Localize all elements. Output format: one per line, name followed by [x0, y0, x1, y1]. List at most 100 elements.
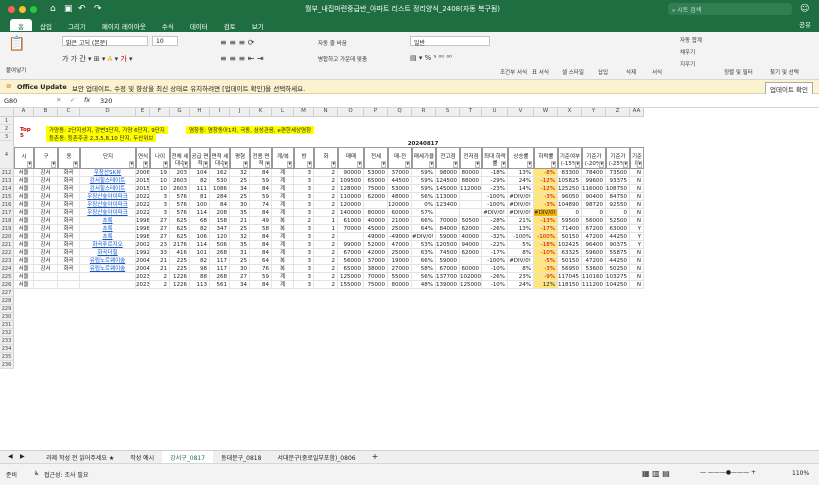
row-header[interactable]: 232	[0, 329, 14, 337]
cell-X[interactable]: 117045	[558, 273, 582, 281]
cell-Q[interactable]: 80000	[388, 281, 412, 289]
cell-S[interactable]: 67000	[436, 265, 460, 273]
cell-I[interactable]: 117	[210, 265, 230, 273]
cell-R[interactable]: 63%	[412, 249, 436, 257]
row-header[interactable]: 2	[0, 125, 14, 133]
cell-E[interactable]: 2022	[136, 193, 150, 201]
cell-G[interactable]: 576	[170, 201, 190, 209]
cell-Q[interactable]: 25000	[388, 249, 412, 257]
cell-A[interactable]: 서울	[14, 177, 34, 185]
cell-Q[interactable]: -49000	[388, 233, 412, 241]
cell-J[interactable]: 32	[230, 169, 250, 177]
cell-F[interactable]: 3	[150, 201, 170, 209]
cell-K[interactable]: 59	[250, 273, 272, 281]
cell-V[interactable]: 24%	[508, 177, 534, 185]
next-sheet-icon[interactable]: ▶	[20, 453, 25, 460]
cell-G[interactable]: 416	[170, 249, 190, 257]
align-icons[interactable]: ≡ ≡ ≡ ⟳	[220, 38, 254, 47]
cell-U[interactable]: -100%	[482, 193, 508, 201]
cell-U[interactable]: -100%	[482, 257, 508, 265]
cell-U[interactable]: -32%	[482, 233, 508, 241]
cell-U[interactable]: -28%	[482, 217, 508, 225]
cell-K[interactable]: 74	[250, 201, 272, 209]
cell-V[interactable]: #DIV/0!	[508, 193, 534, 201]
cell-T[interactable]: 62000	[460, 225, 482, 233]
cell-Z[interactable]: 44250	[606, 233, 630, 241]
confirm-entry-icon[interactable]: ✓	[70, 96, 75, 104]
cell-H[interactable]: 82	[190, 225, 210, 233]
cell-V[interactable]: 8%	[508, 249, 534, 257]
cell-D[interactable]	[80, 281, 136, 289]
sheet-search-input[interactable]: ⌕ 시트 검색	[668, 3, 792, 15]
cell-S[interactable]: 70000	[436, 217, 460, 225]
cell-O[interactable]: 120000	[338, 201, 364, 209]
cell-AA[interactable]: N	[630, 201, 644, 209]
filter-dropdown-icon[interactable]: ▾	[183, 161, 188, 168]
cell-L[interactable]: 계	[272, 185, 294, 193]
cell-D[interactable]: 우장산SK뷰	[80, 169, 136, 177]
filter-dropdown-icon[interactable]: ▾	[51, 161, 56, 168]
cell-U[interactable]: -100%	[482, 201, 508, 209]
tab-2[interactable]: 그리기	[60, 19, 94, 31]
cell-G[interactable]: 1226	[170, 281, 190, 289]
column-header-Y[interactable]: Y	[582, 108, 606, 117]
row-header[interactable]: 219	[0, 225, 14, 233]
cell-R[interactable]: 53%	[412, 241, 436, 249]
cell-F[interactable]: 21	[150, 257, 170, 265]
cell-O[interactable]: 140000	[338, 209, 364, 217]
tab-7[interactable]: 보기	[244, 19, 272, 31]
cell-V[interactable]: 23%	[508, 273, 534, 281]
cell-E[interactable]: 2004	[136, 257, 150, 265]
cell-T[interactable]: 80000	[460, 169, 482, 177]
column-header-B[interactable]: B	[34, 108, 58, 117]
column-header-V[interactable]: V	[508, 108, 534, 117]
autosum-button[interactable]: 자동 합계	[680, 36, 702, 44]
cell-U[interactable]: -10%	[482, 281, 508, 289]
cell-T[interactable]: 88000	[460, 177, 482, 185]
cell-V[interactable]: 21%	[508, 217, 534, 225]
cell-Q[interactable]: 19000	[388, 257, 412, 265]
cell-X[interactable]: 59500	[558, 217, 582, 225]
cell-W[interactable]: -3%	[534, 193, 558, 201]
cell-G[interactable]: 576	[170, 209, 190, 217]
cell-V[interactable]: 5%	[508, 241, 534, 249]
cell-C[interactable]	[58, 281, 80, 289]
cell-Q[interactable]: 60000	[388, 209, 412, 217]
cell-N[interactable]: 2	[314, 281, 338, 289]
column-header-Q[interactable]: Q	[388, 108, 412, 117]
cell-M[interactable]: 3	[294, 177, 314, 185]
cell-M[interactable]: 3	[294, 193, 314, 201]
cell-E[interactable]: 2015	[136, 177, 150, 185]
cell-L[interactable]: 계	[272, 281, 294, 289]
cell-W[interactable]: -3%	[534, 201, 558, 209]
cell-F[interactable]: 27	[150, 217, 170, 225]
cell-B[interactable]: 강서	[34, 257, 58, 265]
cell-W[interactable]: -17%	[534, 225, 558, 233]
column-header-S[interactable]: S	[436, 108, 460, 117]
row-header[interactable]: 225	[0, 273, 14, 281]
cell-A[interactable]: 서울	[14, 193, 34, 201]
cell-K[interactable]: 59	[250, 177, 272, 185]
cell-Z[interactable]: 103275	[606, 273, 630, 281]
cell-J[interactable]: 34	[230, 185, 250, 193]
cell-M[interactable]: 3	[294, 241, 314, 249]
cell-N[interactable]: 2	[314, 257, 338, 265]
cell-M[interactable]: 3	[294, 209, 314, 217]
cell-D[interactable]	[80, 273, 136, 281]
cell-D[interactable]: 강서힐스테이트	[80, 177, 136, 185]
cell-B[interactable]: 강서	[34, 217, 58, 225]
cell-I[interactable]: 530	[210, 177, 230, 185]
cell-I[interactable]: 268	[210, 249, 230, 257]
cell-O[interactable]: 56000	[338, 257, 364, 265]
cell-S[interactable]: 123400	[436, 201, 460, 209]
cell-AA[interactable]: N	[630, 281, 644, 289]
cell-F[interactable]: 19	[150, 169, 170, 177]
cell-J[interactable]: 25	[230, 225, 250, 233]
cell-M[interactable]: 3	[294, 225, 314, 233]
filter-dropdown-icon[interactable]: ▾	[27, 161, 32, 168]
cell-E[interactable]: 2004	[136, 265, 150, 273]
cell-P[interactable]: 80000	[364, 209, 388, 217]
cell-U[interactable]: -10%	[482, 265, 508, 273]
tab-3[interactable]: 페이지 레이아웃	[94, 19, 154, 31]
cell-K[interactable]: 84	[250, 249, 272, 257]
